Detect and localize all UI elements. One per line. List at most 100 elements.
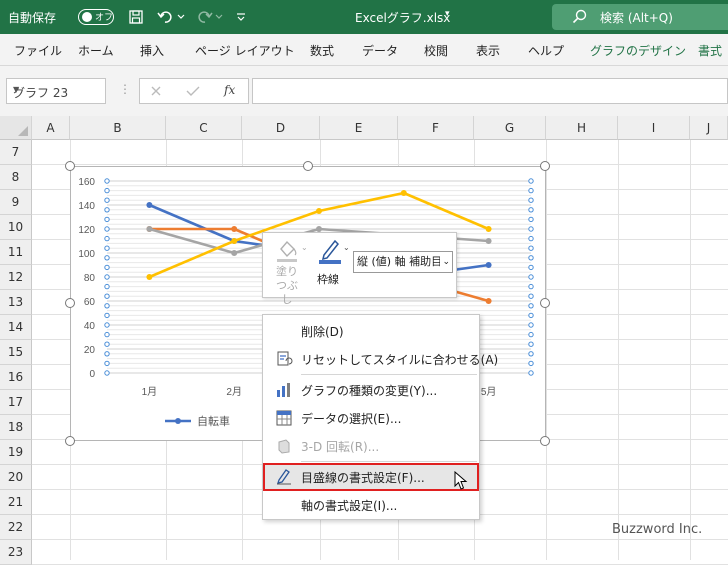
selection-marker: [528, 216, 534, 223]
enter-icon[interactable]: [186, 85, 200, 97]
formula-input[interactable]: [252, 78, 728, 104]
tab-file[interactable]: ファイル: [14, 42, 62, 59]
row-header-10[interactable]: 10: [0, 215, 32, 240]
resize-handle-bottom-left[interactable]: [65, 436, 75, 446]
menu-item-select-data[interactable]: データの選択(E)...: [263, 404, 479, 432]
resize-handle-top[interactable]: [303, 161, 313, 171]
autosave-label: 自動保存: [8, 11, 57, 25]
tab-formulas[interactable]: 数式: [310, 42, 334, 59]
y-tick-label: 160: [78, 177, 95, 188]
column-header-i[interactable]: I: [618, 116, 690, 140]
tab-data[interactable]: データ: [362, 42, 398, 59]
menu-item-format-axis[interactable]: 軸の書式設定(I)...: [263, 491, 479, 519]
menu-item-label: 削除(D): [301, 325, 344, 339]
file-name[interactable]: Excelグラフ.xlsx: [355, 9, 450, 26]
menu-item-reset-style[interactable]: リセットしてスタイルに合わせる(A): [263, 345, 498, 373]
selection-marker: [104, 274, 110, 280]
menu-item-label: グラフの種類の変更(Y)...: [301, 384, 438, 398]
selection-marker: [104, 197, 110, 203]
column-header-h[interactable]: H: [546, 116, 618, 140]
row-header-22[interactable]: 22: [0, 515, 32, 540]
row-header-17[interactable]: 17: [0, 390, 32, 415]
y-tick-label: 60: [84, 297, 96, 308]
resize-handle-bottom-right[interactable]: [540, 436, 550, 446]
tab-review[interactable]: 校閲: [424, 42, 448, 59]
column-header-f[interactable]: F: [398, 116, 474, 140]
outline-pen-icon[interactable]: [317, 237, 343, 265]
column-header-b[interactable]: B: [70, 116, 166, 140]
row-header-23[interactable]: 23: [0, 540, 32, 565]
row-header-14[interactable]: 14: [0, 315, 32, 340]
row-header-12[interactable]: 12: [0, 265, 32, 290]
y-tick-label: 20: [84, 345, 96, 356]
fill-dropdown-icon[interactable]: ⌄: [301, 243, 308, 252]
customize-qat-icon[interactable]: [234, 8, 248, 26]
tab-help[interactable]: ヘルプ: [528, 42, 564, 59]
column-header-g[interactable]: G: [474, 116, 546, 140]
outline-dropdown-icon[interactable]: ⌄: [343, 243, 350, 252]
menu-item-format-gridlines[interactable]: 目盛線の書式設定(F)...: [263, 463, 479, 491]
row-header-16[interactable]: 16: [0, 365, 32, 390]
cancel-icon[interactable]: [150, 85, 162, 97]
selector-dropdown-icon[interactable]: ⌄: [440, 252, 450, 272]
resize-handle-top-right[interactable]: [540, 161, 550, 171]
column-header-e[interactable]: E: [320, 116, 398, 140]
menu-item-label: リセットしてスタイルに合わせる(A): [301, 353, 499, 367]
fill-bucket-icon[interactable]: [275, 237, 301, 263]
menu-item-delete[interactable]: 削除(D): [263, 317, 479, 345]
formula-bar: グラフ 23 ▼ ⋮ fx: [0, 66, 728, 116]
row-header-8[interactable]: 8: [0, 165, 32, 190]
selection-marker: [104, 360, 110, 367]
tab-insert[interactable]: 挿入: [140, 42, 164, 59]
autosave-toggle[interactable]: オフ: [78, 9, 114, 25]
row-header-7[interactable]: 7: [0, 140, 32, 165]
selection-marker: [104, 255, 110, 261]
chart-element-selector[interactable]: 縦 (値) 軸 補助目 ⌄: [353, 251, 453, 273]
tab-format[interactable]: 書式: [698, 42, 722, 59]
select-all-corner[interactable]: [0, 116, 32, 140]
row-header-9[interactable]: 9: [0, 190, 32, 215]
insert-function-icon[interactable]: fx: [224, 83, 235, 97]
tab-view[interactable]: 表示: [476, 42, 500, 59]
mouse-cursor-icon: [454, 471, 468, 490]
autosave-state: オフ: [95, 13, 114, 23]
selection-marker: [528, 187, 534, 194]
formula-bar-grip-icon: ⋮: [119, 82, 131, 96]
column-header-d[interactable]: D: [242, 116, 320, 140]
row-header-18[interactable]: 18: [0, 415, 32, 440]
column-header-a[interactable]: A: [32, 116, 70, 140]
select-data-icon: [276, 410, 292, 426]
menu-item-label: 軸の書式設定(I)...: [301, 499, 398, 513]
undo-icon[interactable]: [156, 8, 176, 26]
save-icon[interactable]: [126, 8, 146, 26]
name-box[interactable]: グラフ 23 ▼: [6, 78, 106, 104]
selection-marker: [528, 303, 534, 309]
selection-marker: [104, 207, 110, 213]
redo-dropdown-icon[interactable]: [214, 8, 224, 26]
row-header-21[interactable]: 21: [0, 490, 32, 515]
tab-chart-design[interactable]: グラフのデザイン: [590, 42, 686, 59]
column-header-c[interactable]: C: [166, 116, 242, 140]
menu-item-label: 目盛線の書式設定(F)...: [301, 471, 425, 485]
menu-item-change-chart-type[interactable]: グラフの種類の変更(Y)...: [263, 376, 479, 404]
menu-item-3d-rotation[interactable]: 3-D 回転(R)...: [263, 432, 479, 460]
row-header-19[interactable]: 19: [0, 440, 32, 465]
redo-icon[interactable]: [194, 8, 214, 26]
tab-home[interactable]: ホーム: [78, 42, 114, 59]
search-box[interactable]: 検索 (Alt+Q): [552, 4, 728, 30]
filename-chevron-icon[interactable]: ▾: [445, 9, 450, 19]
name-box-dropdown-icon[interactable]: ▼: [13, 85, 100, 94]
column-header-j[interactable]: J: [690, 116, 728, 140]
format-gridlines-icon: [277, 469, 291, 485]
row-header-20[interactable]: 20: [0, 465, 32, 490]
undo-dropdown-icon[interactable]: [176, 8, 186, 26]
resize-handle-right[interactable]: [540, 298, 550, 308]
tab-page-layout[interactable]: ページ レイアウト: [195, 42, 295, 59]
selection-marker: [528, 274, 534, 280]
resize-handle-left[interactable]: [65, 298, 75, 308]
resize-handle-top-left[interactable]: [65, 161, 75, 171]
row-header-11[interactable]: 11: [0, 240, 32, 265]
row-header-15[interactable]: 15: [0, 340, 32, 365]
row-header-13[interactable]: 13: [0, 290, 32, 315]
selection-marker: [104, 331, 110, 338]
